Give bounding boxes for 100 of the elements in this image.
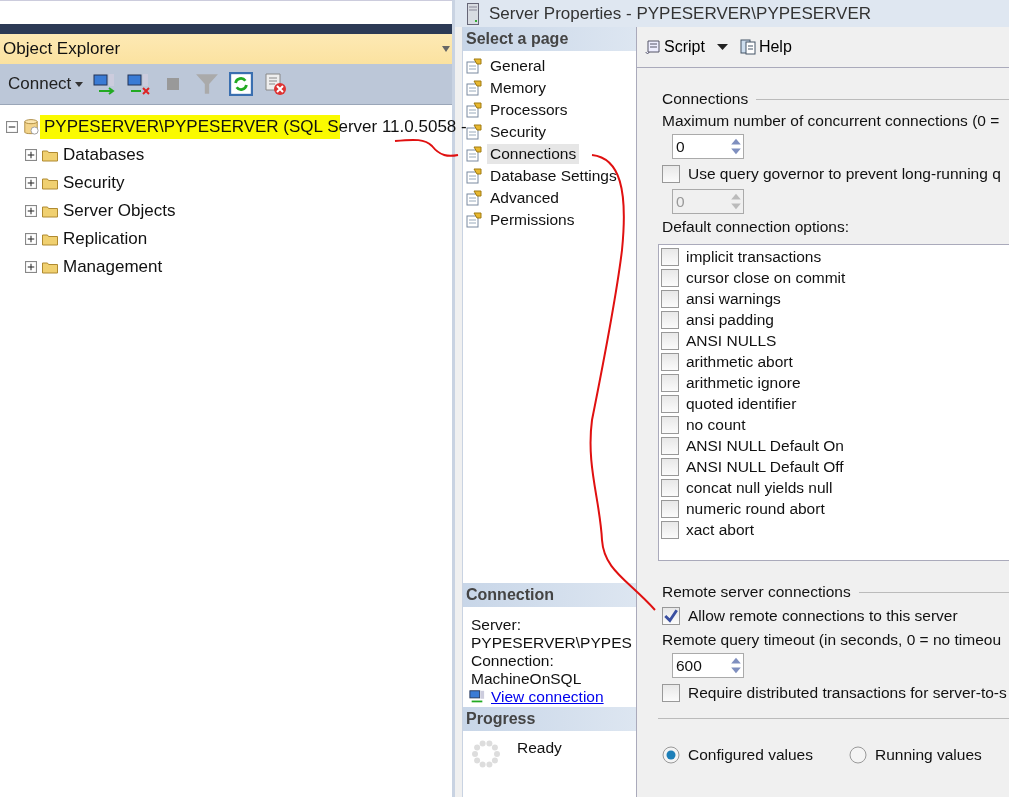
page-icon <box>466 190 482 206</box>
checkbox[interactable] <box>661 331 679 350</box>
expand-icon[interactable] <box>25 233 37 245</box>
page-icon <box>466 102 482 118</box>
page-icon <box>466 58 482 74</box>
script-button[interactable]: Script <box>645 38 705 56</box>
option-label: quoted identifier <box>686 394 797 413</box>
checkbox-label: Require distributed transactions for server-to-s <box>688 684 1007 702</box>
disconnect-server-icon[interactable] <box>127 72 152 96</box>
option-label: numeric round abort <box>686 499 825 518</box>
checkbox[interactable] <box>661 352 679 371</box>
expand-icon[interactable] <box>25 205 37 217</box>
option-label: ANSI NULLS <box>686 331 777 350</box>
expand-icon[interactable] <box>25 177 37 189</box>
page-link[interactable]: Security <box>487 122 549 142</box>
page-icon <box>466 168 482 184</box>
collapse-icon[interactable] <box>6 121 18 133</box>
checkbox[interactable] <box>661 268 679 287</box>
tree-item[interactable]: Server Objects <box>63 201 176 221</box>
help-button[interactable]: Help <box>739 38 792 56</box>
radio-label: Running values <box>874 746 982 764</box>
checkbox[interactable] <box>662 165 680 183</box>
status-text: Ready <box>517 739 562 757</box>
expand-icon[interactable] <box>25 149 37 161</box>
window-title: Server Properties - PYPESERVER\PYPESERVER <box>489 3 872 24</box>
option-label: xact abort <box>686 520 755 539</box>
scroll-icon <box>645 39 661 55</box>
page-link[interactable]: Database Settings <box>487 166 620 186</box>
checkbox[interactable] <box>661 247 679 266</box>
checkbox-label: Use query governor to prevent long-running q <box>688 165 1001 183</box>
field-label: Server: <box>471 616 522 634</box>
field-label: Default connection options: <box>662 217 850 237</box>
folder-icon <box>42 259 58 275</box>
option-label: ANSI NULL Default Off <box>686 457 844 476</box>
tree-item[interactable]: Security <box>63 173 125 193</box>
panel-title: Object Explorer <box>3 39 121 59</box>
spinner-icon <box>471 739 501 769</box>
checkbox[interactable] <box>661 478 679 497</box>
option-label: no count <box>686 415 746 434</box>
folder-icon <box>42 231 58 247</box>
page-link[interactable]: Connections <box>487 144 580 164</box>
checkbox[interactable] <box>662 684 680 702</box>
checkbox-label: Allow remote connections to this server <box>688 607 958 625</box>
connect-button[interactable]: Connect <box>8 74 84 94</box>
refresh-icon[interactable] <box>229 72 254 96</box>
page-icon <box>466 212 482 228</box>
database-icon <box>23 119 39 135</box>
dropdown-icon[interactable] <box>442 46 450 52</box>
number-field[interactable]: 600 <box>672 653 744 678</box>
tree-item[interactable]: Management <box>63 257 163 277</box>
tree-item[interactable]: Replication <box>63 229 148 249</box>
checkbox[interactable] <box>661 373 679 392</box>
option-label: ansi warnings <box>686 289 781 308</box>
option-label: implicit transactions <box>686 247 822 266</box>
checkbox[interactable] <box>662 607 680 625</box>
caret-icon <box>75 81 84 87</box>
option-label: ansi padding <box>686 310 774 329</box>
radio-label: Configured values <box>688 746 813 764</box>
annotation-line <box>394 138 459 157</box>
page-link[interactable]: Permissions <box>487 210 578 230</box>
page-link[interactable]: Memory <box>487 78 549 98</box>
field-value: MachineOnSQL <box>471 670 583 688</box>
option-label: arithmetic abort <box>686 352 793 371</box>
page-link[interactable]: Advanced <box>487 188 562 208</box>
checkbox[interactable] <box>661 436 679 455</box>
page-link[interactable]: Processors <box>487 100 571 120</box>
field-label: Remote query timeout (in seconds, 0 = no timeou <box>662 630 1003 650</box>
help-book-icon <box>739 39 756 55</box>
section-title: Connection <box>466 586 554 604</box>
folder-icon <box>42 147 58 163</box>
field-label: Maximum number of concurrent connections (0 = <box>662 111 1001 131</box>
tree-item[interactable]: Databases <box>63 145 145 165</box>
checkbox[interactable] <box>661 310 679 329</box>
folder-icon <box>42 203 58 219</box>
checkbox[interactable] <box>661 520 679 539</box>
page-icon <box>466 146 482 162</box>
group-title: Connections <box>662 90 749 108</box>
folder-icon <box>42 175 58 191</box>
page-icon <box>466 80 482 96</box>
page-link[interactable]: General <box>487 56 549 76</box>
expand-icon[interactable] <box>25 261 37 273</box>
caret-icon[interactable] <box>716 44 728 50</box>
option-label: arithmetic ignore <box>686 373 801 392</box>
radio-button[interactable] <box>848 746 867 764</box>
view-connection-link[interactable]: View connection <box>491 688 604 706</box>
stop-icon[interactable] <box>167 78 180 90</box>
server-icon <box>467 2 479 25</box>
checkbox[interactable] <box>661 289 679 308</box>
computer-icon <box>469 689 485 705</box>
checkbox[interactable] <box>661 415 679 434</box>
field-label: Connection: <box>471 652 555 670</box>
checkbox[interactable] <box>661 499 679 518</box>
group-title: Remote server connections <box>662 583 851 601</box>
radio-button[interactable] <box>662 746 680 764</box>
checkbox[interactable] <box>661 457 679 476</box>
number-field[interactable]: 0 <box>672 134 744 159</box>
checkbox[interactable] <box>661 394 679 413</box>
section-title: Select a page <box>466 30 569 48</box>
option-label: concat null yields null <box>686 478 833 497</box>
script-delete-icon[interactable] <box>263 72 288 96</box>
